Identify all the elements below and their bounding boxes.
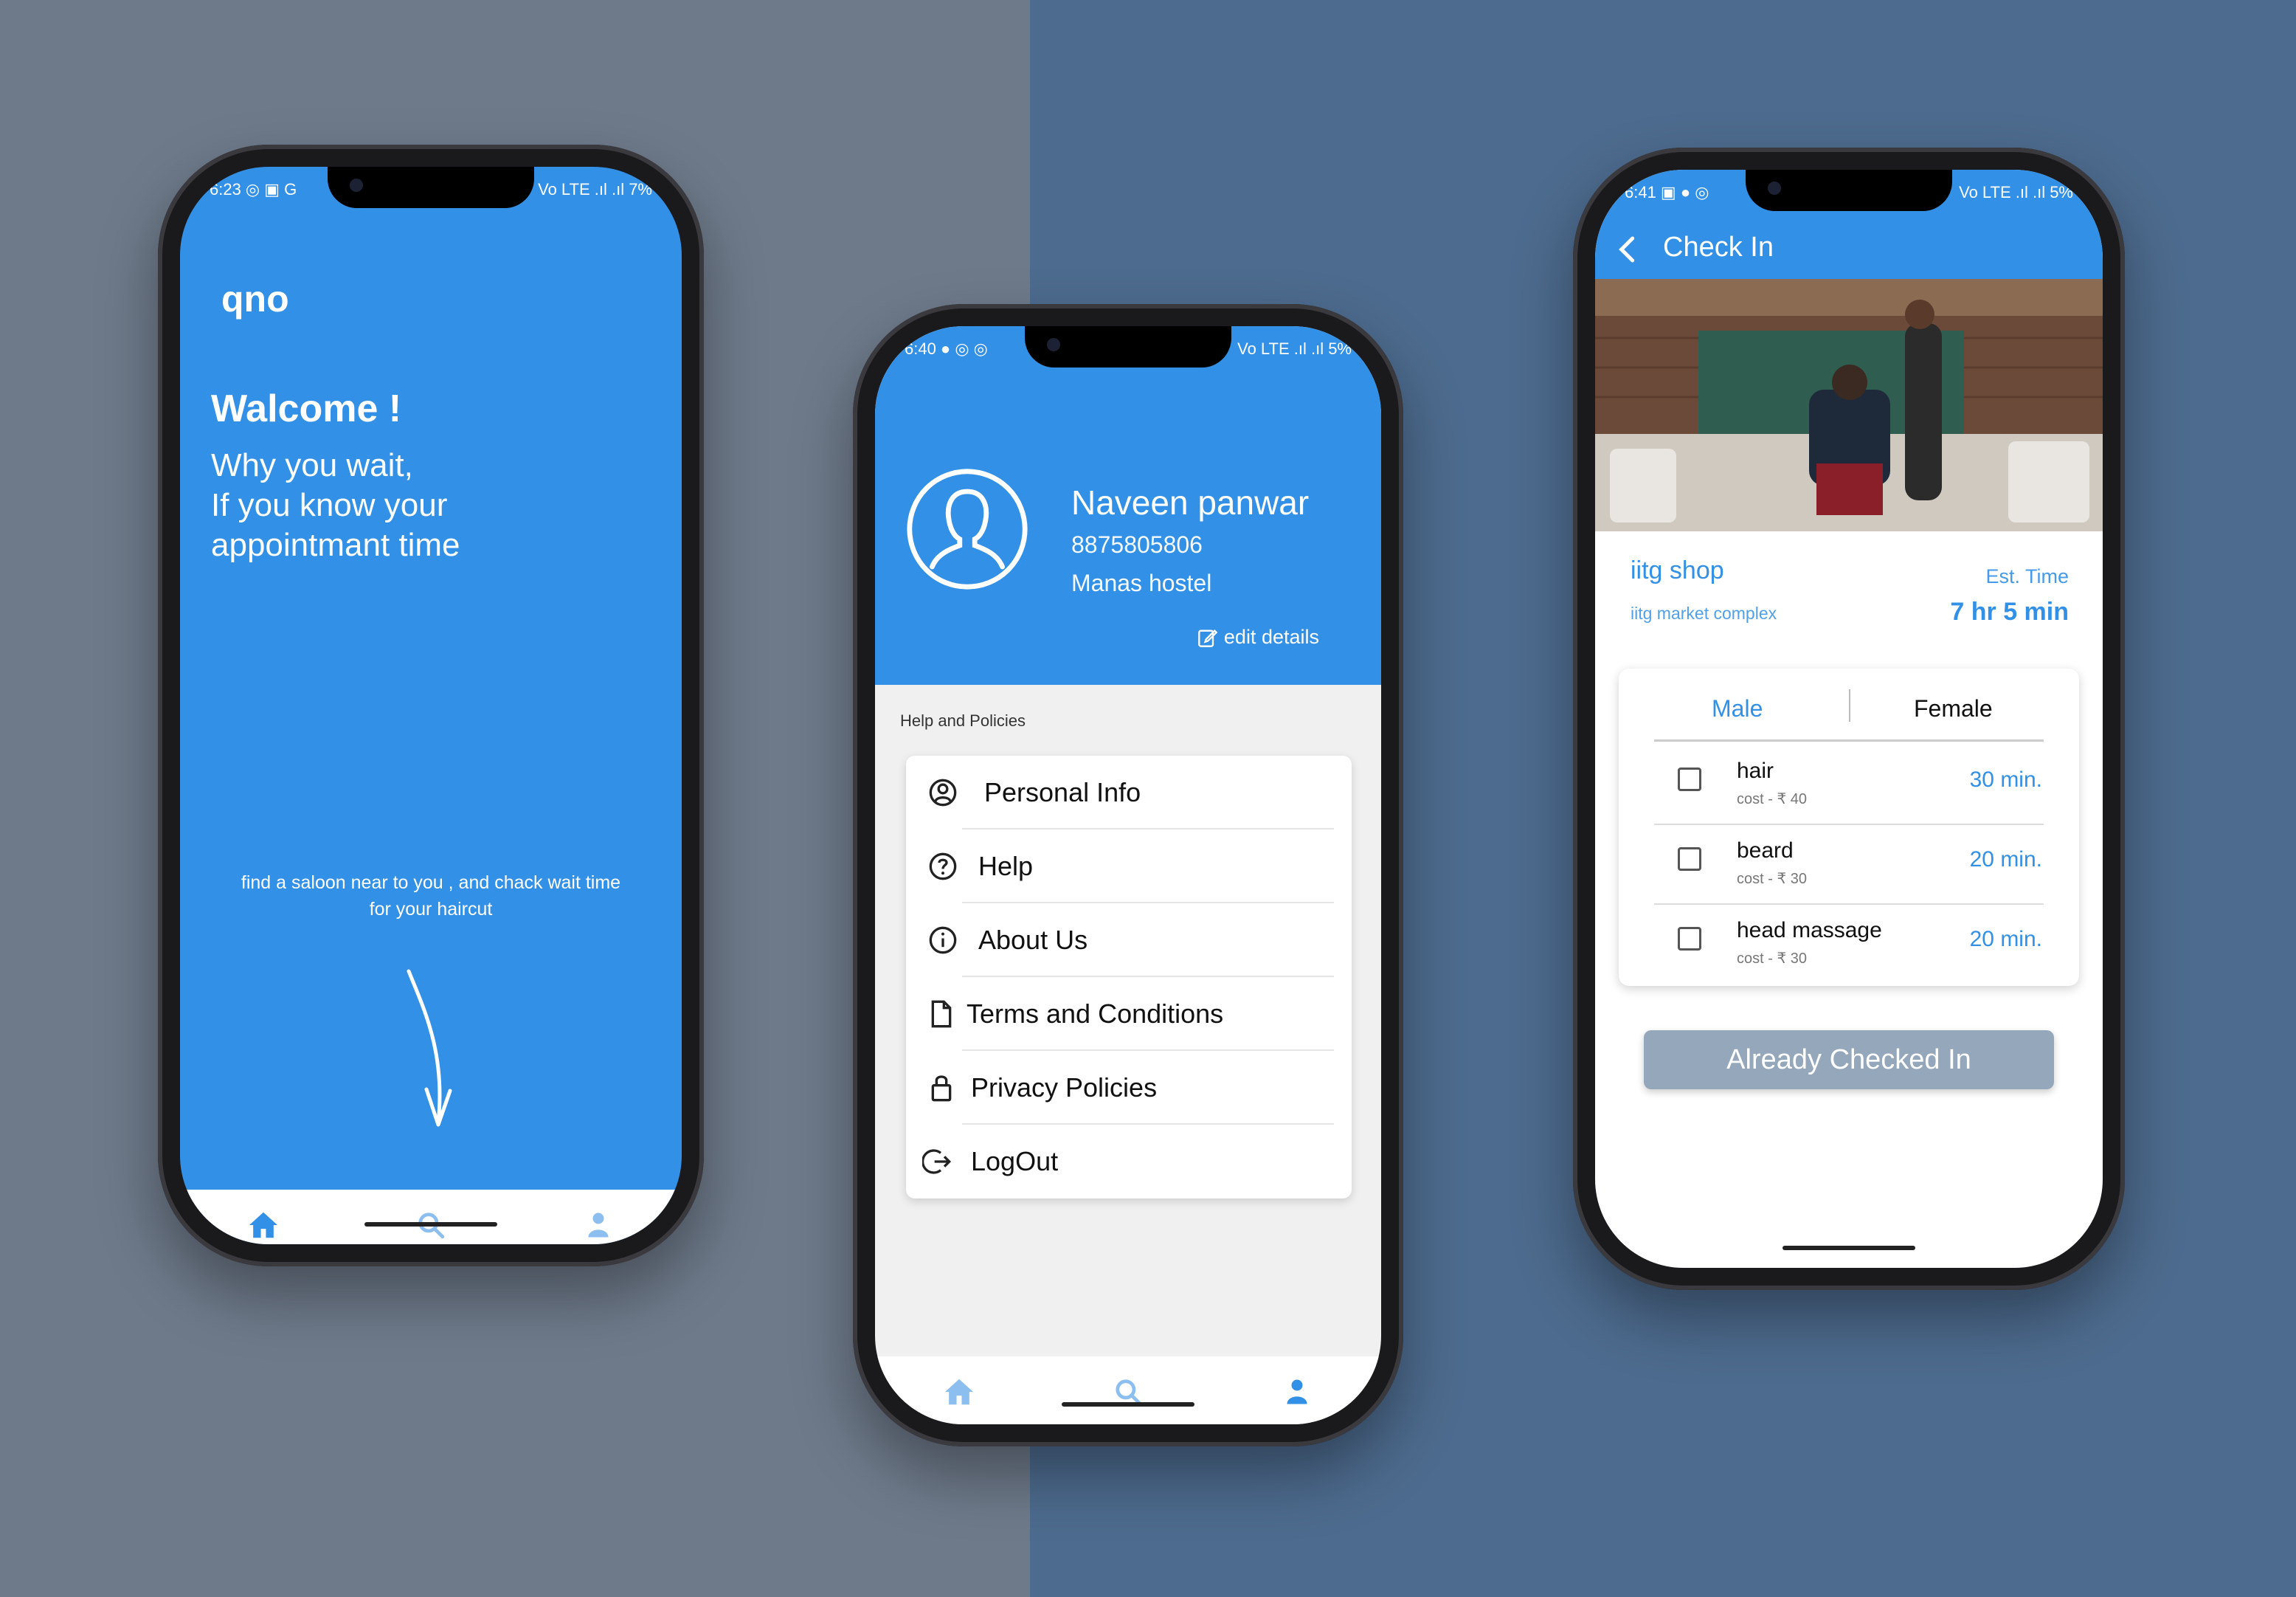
est-time-label: Est. Time <box>1985 565 2069 587</box>
menu-item-privacy[interactable]: Privacy Policies <box>906 1051 1352 1125</box>
service-cost: cost - ₹ 30 <box>1737 871 1807 887</box>
service-checkbox[interactable] <box>1678 847 1701 871</box>
status-indicators: Vo LTE .ıl .ıl 5% <box>1237 339 1352 358</box>
status-indicators: Vo LTE .ıl .ıl 7% <box>538 180 652 199</box>
back-arrow-icon[interactable] <box>1614 235 1641 264</box>
home-indicator <box>364 1222 497 1227</box>
lock-icon <box>931 1075 952 1102</box>
menu-item-about-us[interactable]: About Us <box>906 903 1352 977</box>
home-icon <box>249 1212 278 1238</box>
menu-item-personal-info[interactable]: Personal Info <box>906 756 1352 829</box>
menu-label: LogOut <box>971 1146 1059 1176</box>
phone-profile: 6:40 ● ◎ ◎ Vo LTE .ıl .ıl 5% Naveen panw… <box>853 304 1403 1446</box>
menu-label: Terms and Conditions <box>967 998 1224 1029</box>
arrow-down-icon <box>407 969 452 1127</box>
tab-underline <box>1654 739 2044 742</box>
logout-icon <box>922 1149 952 1174</box>
avatar-icon <box>907 469 1028 590</box>
service-time: 20 min. <box>1969 847 2042 872</box>
nav-tab-profile[interactable] <box>514 1190 682 1244</box>
phone-welcome: 6:23 ◎ ▣ G Vo LTE .ıl .ıl 7% qno Walcome… <box>158 145 704 1266</box>
help-icon <box>929 852 957 880</box>
service-row[interactable]: hair cost - ₹ 40 30 min. <box>1619 745 2079 825</box>
checkin-screen: 6:41 ▣ ● ◎ Vo LTE .ıl .ıl 5% Check In ii… <box>1595 170 2103 1268</box>
menu-item-help[interactable]: Help <box>906 829 1352 903</box>
edit-details-link[interactable]: edit details <box>1197 626 1319 649</box>
profile-screen: 6:40 ● ◎ ◎ Vo LTE .ıl .ıl 5% Naveen panw… <box>875 326 1381 1424</box>
service-row[interactable]: head massage cost - ₹ 30 20 min. <box>1619 905 2079 984</box>
bottom-nav <box>180 1190 682 1244</box>
home-icon <box>945 1379 974 1405</box>
shop-name: iitg shop <box>1631 556 1724 584</box>
shop-address: iitg market complex <box>1631 604 1777 623</box>
user-icon <box>1287 1379 1307 1404</box>
menu-label: Help <box>978 851 1034 881</box>
service-cost: cost - ₹ 30 <box>1737 951 1807 967</box>
menu-label: Privacy Policies <box>971 1072 1158 1103</box>
document-icon <box>931 1000 952 1028</box>
est-time-value: 7 hr 5 min <box>1950 598 2069 626</box>
service-name: hair <box>1737 759 1774 783</box>
nav-tab-search[interactable] <box>1044 1356 1213 1424</box>
services-card: Male Female hair cost - ₹ 40 30 min. bea… <box>1619 669 2079 986</box>
service-row[interactable]: beard cost - ₹ 30 20 min. <box>1619 825 2079 905</box>
service-checkbox[interactable] <box>1678 927 1701 951</box>
section-title: Help and Policies <box>900 711 1026 730</box>
phone-checkin: 6:41 ▣ ● ◎ Vo LTE .ıl .ıl 5% Check In ii… <box>1573 148 2125 1290</box>
nav-tab-search[interactable] <box>347 1190 515 1244</box>
user-circle-icon <box>929 779 957 807</box>
user-icon <box>588 1213 609 1238</box>
info-icon <box>929 926 957 954</box>
welcome-hint: find a saloon near to you , and chack wa… <box>241 872 621 920</box>
service-cost: cost - ₹ 40 <box>1737 791 1807 807</box>
barber-shop-image <box>1595 279 2103 531</box>
status-indicators: Vo LTE .ıl .ıl 5% <box>1959 183 2073 201</box>
profile-name: Naveen panwar <box>1071 483 1310 522</box>
welcome-screen: 6:23 ◎ ▣ G Vo LTE .ıl .ıl 7% qno Walcome… <box>180 167 682 1244</box>
page-title: Check In <box>1663 232 1774 263</box>
menu-item-logout[interactable]: LogOut <box>906 1125 1352 1198</box>
bottom-nav <box>875 1356 1381 1424</box>
tab-male[interactable]: Male <box>1712 695 1763 722</box>
edit-details-label: edit details <box>1223 626 1319 648</box>
service-name: head massage <box>1737 918 1882 942</box>
notch <box>328 167 534 208</box>
nav-tab-home[interactable] <box>875 1356 1044 1424</box>
profile-address: Manas hostel <box>1071 570 1212 596</box>
tab-divider <box>1849 689 1850 722</box>
status-time: 6:40 ● ◎ ◎ <box>905 339 988 358</box>
nav-tab-profile[interactable] <box>1212 1356 1381 1424</box>
already-checked-in-button[interactable]: Already Checked In <box>1644 1030 2054 1089</box>
menu-label: About Us <box>978 925 1088 955</box>
service-time: 30 min. <box>1969 768 2042 792</box>
welcome-tagline: Why you wait, If you know your appointma… <box>211 447 460 563</box>
app-logo: qno <box>221 278 289 320</box>
status-time: 6:23 ◎ ▣ G <box>210 180 297 199</box>
menu-label: Personal Info <box>984 777 1141 807</box>
service-name: beard <box>1737 838 1794 863</box>
menu-card: Personal Info Help About Us Terms and Co… <box>906 756 1352 1198</box>
nav-tab-home[interactable] <box>180 1190 347 1244</box>
welcome-heading: Walcome ! <box>211 387 402 430</box>
edit-icon <box>1198 629 1218 647</box>
profile-phone: 8875805806 <box>1071 531 1203 558</box>
service-time: 20 min. <box>1969 927 2042 951</box>
notch <box>1746 170 1952 211</box>
service-checkbox[interactable] <box>1678 768 1701 791</box>
status-time: 6:41 ▣ ● ◎ <box>1625 183 1709 201</box>
menu-item-terms[interactable]: Terms and Conditions <box>906 977 1352 1051</box>
notch <box>1025 326 1231 368</box>
home-indicator <box>1782 1246 1915 1250</box>
tab-female[interactable]: Female <box>1914 695 1993 722</box>
home-indicator <box>1062 1402 1194 1407</box>
